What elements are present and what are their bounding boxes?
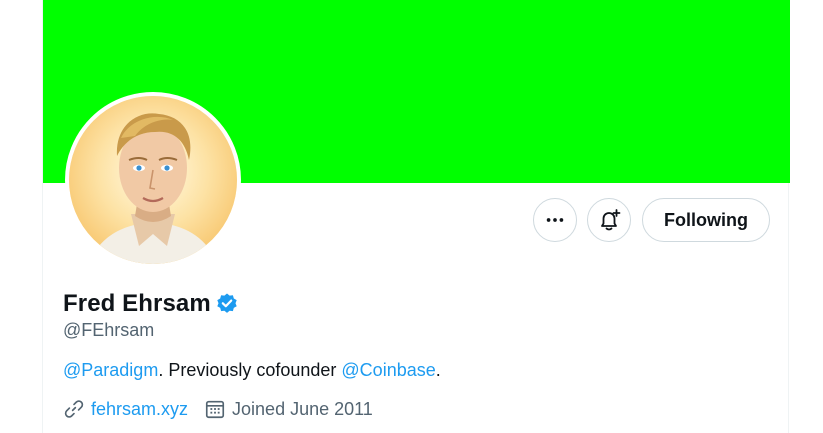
bio-text-2: . xyxy=(435,360,441,380)
link-icon xyxy=(64,400,84,418)
mention-coinbase-link[interactable]: @Coinbase xyxy=(341,360,435,380)
profile-handle: @FEhrsam xyxy=(63,320,155,340)
avatar[interactable] xyxy=(65,92,241,268)
profile-name-row: Fred Ehrsam xyxy=(63,289,239,319)
ellipsis-icon xyxy=(546,218,564,222)
avatar-image xyxy=(69,96,237,264)
calendar-icon xyxy=(205,400,225,419)
bell-plus-icon xyxy=(601,209,621,231)
joined-date: Joined June 2011 xyxy=(232,398,373,419)
verified-badge-icon[interactable] xyxy=(215,292,239,316)
more-button[interactable] xyxy=(533,198,577,242)
profile-meta: fehrsam.xyz Joined June 2011 xyxy=(63,398,373,420)
following-button[interactable]: Following xyxy=(642,198,770,242)
profile-bio: @Paradigm. Previously cofounder @Coinbas… xyxy=(63,360,441,381)
profile-column: Following Fred Ehrsam @FEhrsam @Paradigm… xyxy=(42,0,790,433)
display-name: Fred Ehrsam xyxy=(63,290,211,317)
notifications-button[interactable] xyxy=(587,198,631,242)
mention-paradigm-link[interactable]: @Paradigm xyxy=(63,360,158,380)
bio-text-1: . Previously cofounder xyxy=(158,360,342,380)
website-link[interactable]: fehrsam.xyz xyxy=(91,399,188,420)
